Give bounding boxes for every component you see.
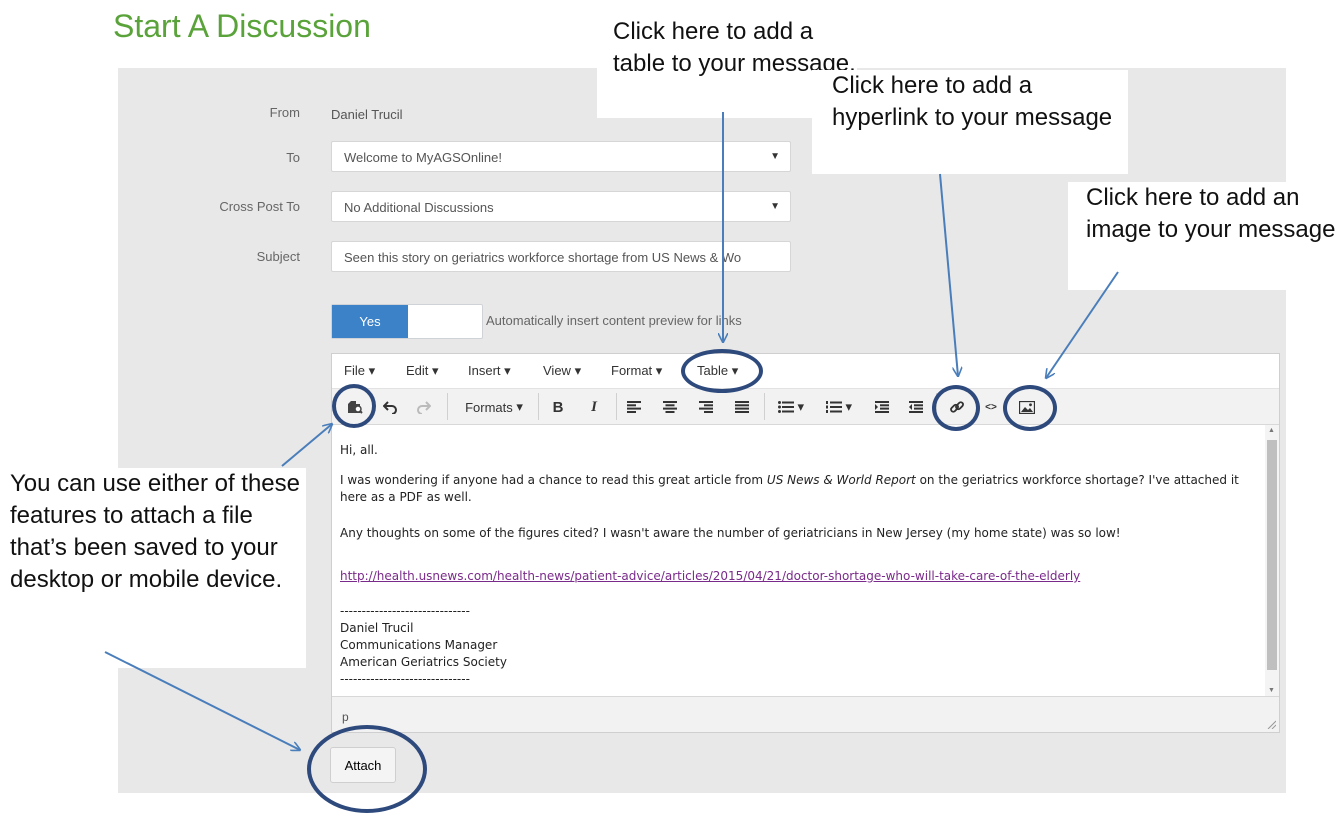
arrow-to-image (1046, 271, 1119, 378)
arrow-to-attach-icon (281, 424, 332, 467)
annotation-arrows (104, 112, 1119, 816)
arrow-to-link (939, 173, 958, 376)
arrow-to-attach-button (104, 651, 300, 750)
